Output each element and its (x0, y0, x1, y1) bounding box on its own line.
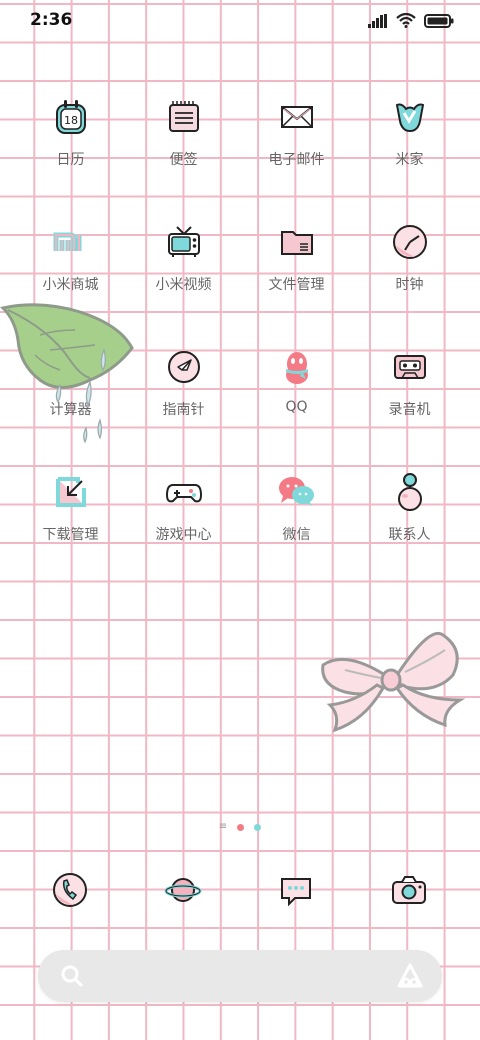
app-wechat[interactable]: 微信 (240, 472, 353, 572)
app-notes[interactable]: 便签 (127, 97, 240, 197)
download-icon (51, 472, 91, 512)
app-label: 微信 (282, 527, 311, 543)
wifi-icon (396, 13, 416, 28)
dock-messages[interactable] (276, 870, 316, 910)
search-bar[interactable] (38, 950, 442, 1002)
app-label: 电子邮件 (268, 152, 325, 168)
battery-icon (424, 13, 454, 28)
app-label: 便签 (169, 152, 198, 168)
dock-camera[interactable] (389, 870, 429, 910)
qq-penguin-icon (277, 347, 317, 387)
app-label: 小米视频 (155, 277, 212, 293)
page-dot-current (237, 823, 245, 831)
app-label: 下载管理 (42, 527, 99, 543)
gamepad-icon (164, 472, 204, 512)
browser-planet-icon (164, 878, 202, 902)
mail-icon (277, 97, 317, 137)
calendar-icon: 18 (51, 97, 91, 137)
app-email[interactable]: 电子邮件 (240, 97, 353, 197)
folder-icon (277, 222, 317, 262)
bow-decoration (321, 632, 466, 733)
app-label: 时钟 (395, 277, 424, 293)
app-calendar[interactable]: 18 日历 (14, 97, 127, 197)
leaf-decoration (0, 303, 134, 444)
app-mijia[interactable]: 米家 (353, 97, 466, 197)
clock-icon (390, 222, 430, 262)
calendar-day: 18 (64, 114, 78, 127)
notes-icon (164, 97, 204, 137)
app-recorder[interactable]: 录音机 (353, 347, 466, 447)
phone-icon (53, 873, 87, 907)
assistant-icon[interactable] (396, 962, 424, 990)
status-time: 2:36 (30, 10, 73, 30)
app-label: 录音机 (388, 402, 431, 418)
page-dot (254, 823, 262, 831)
cassette-icon (390, 347, 430, 387)
app-clock[interactable]: 时钟 (353, 222, 466, 322)
app-label: 文件管理 (268, 277, 325, 293)
app-label: QQ (285, 399, 308, 415)
app-label: 日历 (56, 152, 85, 168)
app-compass[interactable]: 指南针 (127, 347, 240, 447)
app-label: 联系人 (388, 527, 431, 543)
app-label: 游戏中心 (155, 527, 212, 543)
page-indicator-menu-icon: ≡ (218, 821, 228, 832)
app-contacts[interactable]: 联系人 (353, 472, 466, 572)
app-label: 指南针 (162, 402, 205, 418)
messages-icon (281, 878, 311, 907)
signal-icon (368, 13, 387, 28)
page-indicator[interactable]: ≡ (0, 822, 480, 832)
mi-logo-icon (51, 222, 91, 262)
status-bar: 2:36 (0, 0, 480, 42)
app-qq[interactable]: QQ (240, 347, 353, 447)
mijia-icon (390, 97, 430, 137)
app-file-manager[interactable]: 文件管理 (240, 222, 353, 322)
contacts-icon (390, 472, 430, 512)
app-label: 小米商城 (42, 277, 99, 293)
tv-icon (164, 222, 204, 262)
app-label: 米家 (395, 152, 424, 168)
app-mi-video[interactable]: 小米视频 (127, 222, 240, 322)
search-icon (61, 965, 83, 987)
dock-browser[interactable] (163, 870, 203, 910)
camera-icon (392, 876, 426, 904)
status-icons (368, 13, 454, 28)
app-game-center[interactable]: 游戏中心 (127, 472, 240, 572)
compass-icon (164, 347, 204, 387)
app-downloads[interactable]: 下载管理 (14, 472, 127, 572)
wechat-icon (277, 472, 317, 512)
dock-phone[interactable] (50, 870, 90, 910)
